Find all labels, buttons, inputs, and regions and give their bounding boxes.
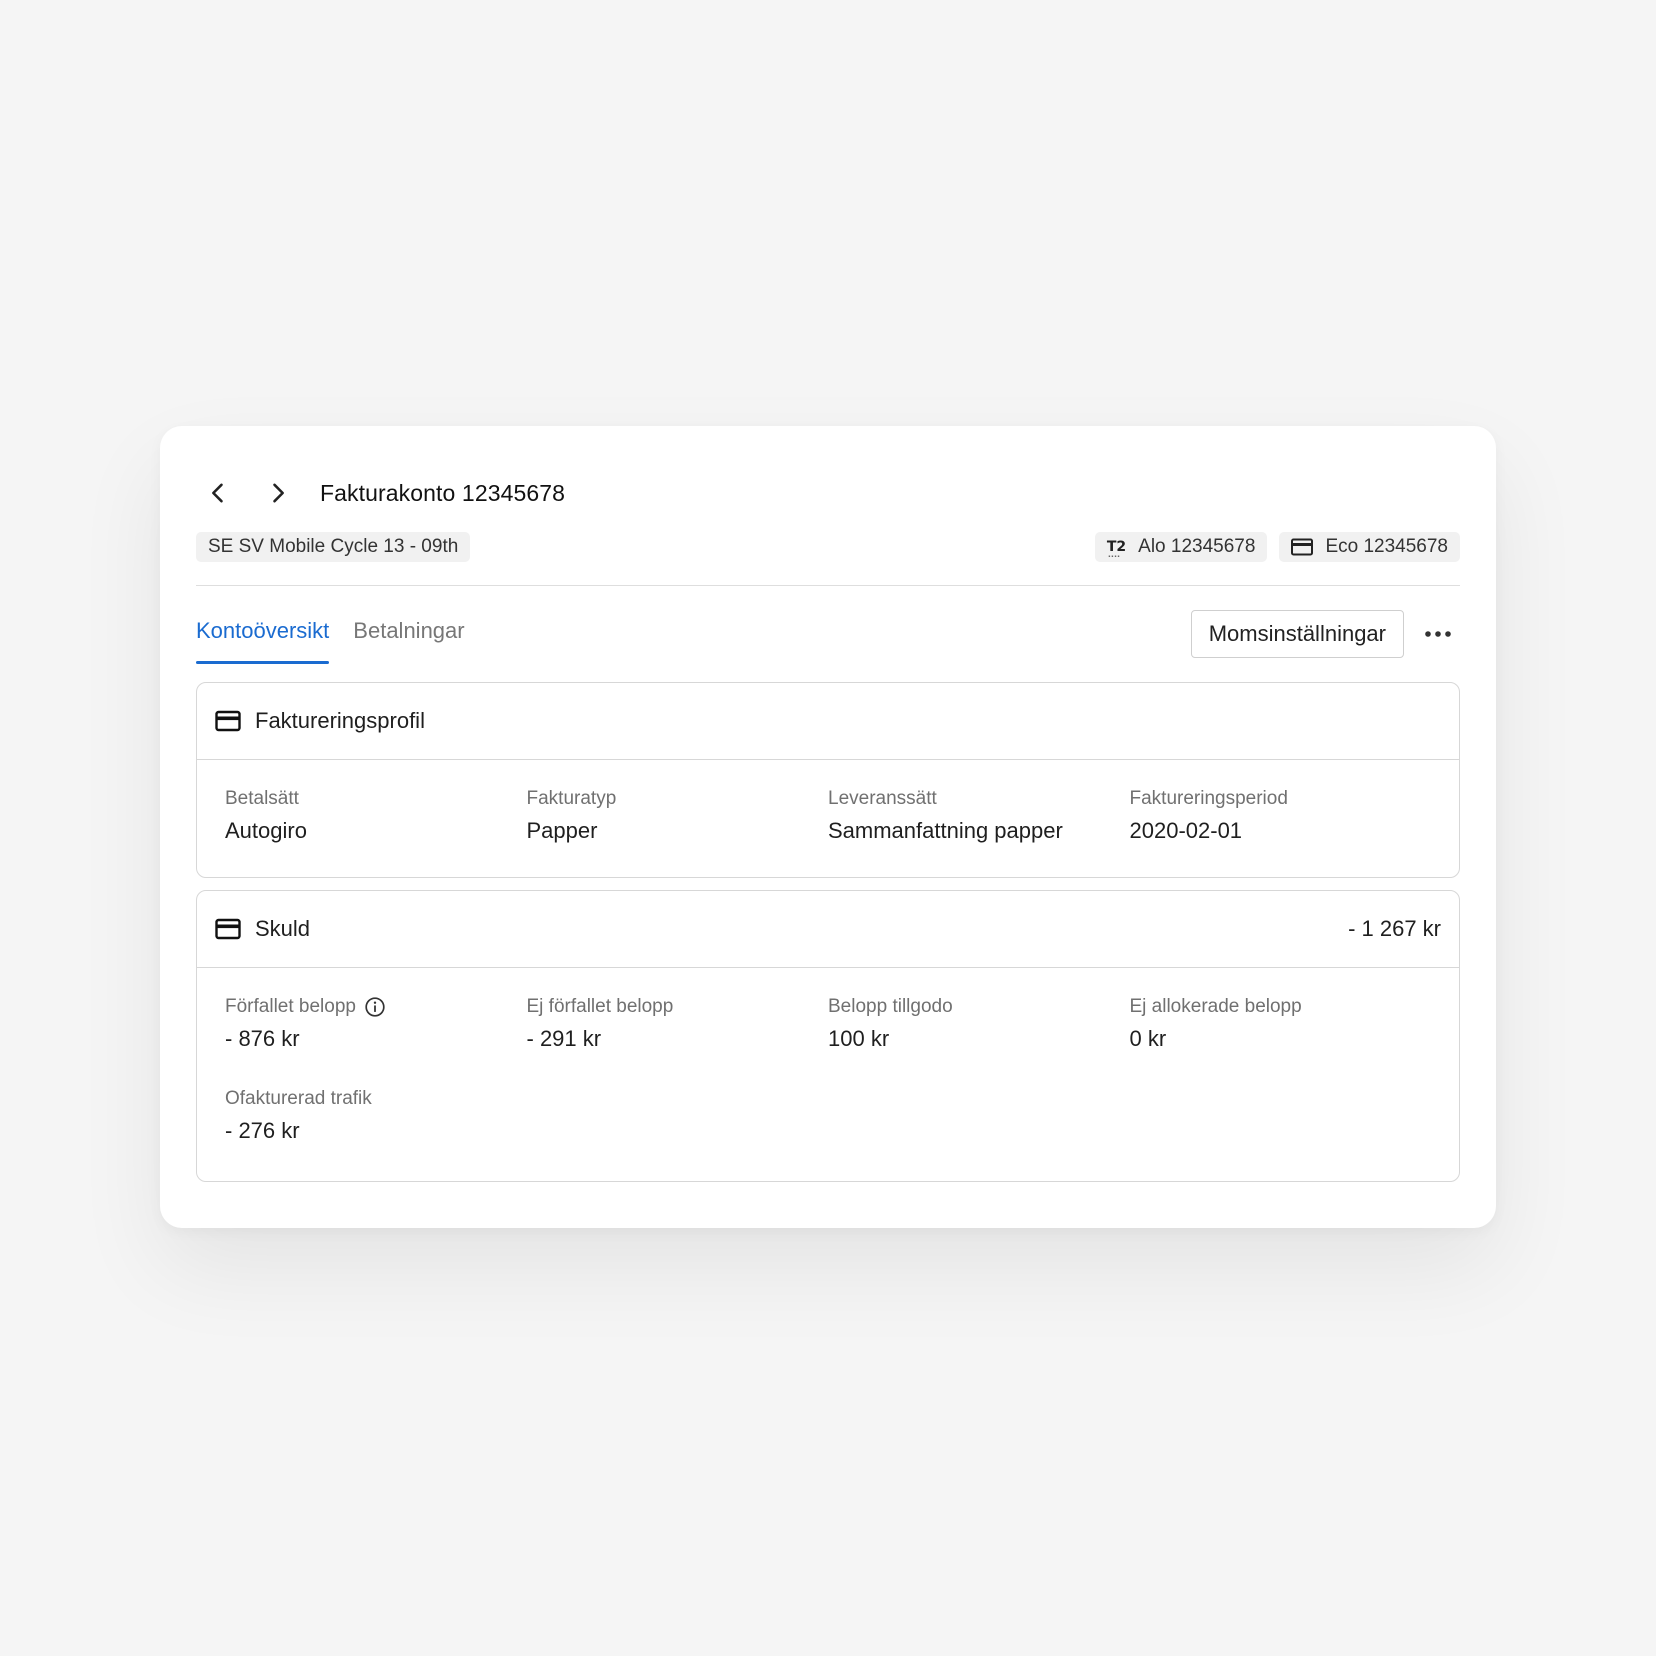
back-button[interactable] (196, 471, 240, 515)
credit-amount-field: Belopp tillgodo 100 kr (828, 996, 1130, 1052)
tab-actions: Momsinställningar (1190, 610, 1460, 658)
tab-payments[interactable]: Betalningar (353, 610, 464, 664)
alo-chip-label: Alo 12345678 (1138, 536, 1256, 557)
field-label: Ofakturerad trafik (225, 1088, 372, 1109)
payment-method-field: Betalsätt Autogiro (225, 788, 527, 844)
forward-button[interactable] (256, 471, 300, 515)
invoice-type-field: Fakturatyp Papper (527, 788, 829, 844)
cycle-chip: SE SV Mobile Cycle 13 - 09th (196, 532, 471, 562)
field-label: Leveranssätt (828, 788, 937, 809)
cycle-chip-label: SE SV Mobile Cycle 13 - 09th (208, 536, 459, 557)
billing-profile-section: Faktureringsprofil Betalsätt Autogiro Fa… (196, 682, 1460, 878)
field-label: Ej förfallet belopp (526, 996, 674, 1017)
chevron-left-icon (212, 483, 223, 503)
billing-period-field: Faktureringsperiod 2020-02-01 (1130, 788, 1432, 844)
field-value: Papper (526, 818, 598, 843)
billing-profile-title: Faktureringsprofil (255, 708, 425, 733)
debt-title: Skuld (255, 916, 311, 941)
field-value: 100 kr (828, 1026, 890, 1051)
tab-account-overview[interactable]: Kontoöversikt (196, 610, 330, 664)
alo-chip: T2 Alo 12345678 (1094, 532, 1268, 562)
unbilled-traffic-field: Ofakturerad trafik - 276 kr (225, 1088, 527, 1144)
vat-settings-button[interactable]: Momsinställningar (1190, 610, 1404, 658)
more-horizontal-icon (1425, 631, 1451, 637)
billing-profile-fields: Betalsätt Autogiro Fakturatyp Papper Lev… (197, 760, 1459, 844)
overdue-amount-field: Förfallet belopp - 876 kr (225, 996, 527, 1052)
account-chips: SE SV Mobile Cycle 13 - 09th T2 Alo 1234… (196, 532, 1460, 562)
eco-chip: Eco 12345678 (1279, 532, 1460, 562)
debt-section: Skuld - 1 267 kr Förfallet belopp - 876 … (196, 890, 1460, 1182)
field-value: Autogiro (225, 818, 307, 843)
info-icon[interactable] (364, 996, 386, 1018)
page-title: Fakturakonto 12345678 (320, 479, 566, 506)
field-value: 2020-02-01 (1129, 818, 1243, 843)
debt-total: - 1 267 kr (1348, 916, 1441, 941)
credit-card-icon (215, 916, 241, 942)
eco-chip-label: Eco 12345678 (1325, 536, 1448, 557)
debt-fields: Förfallet belopp - 876 kr Ej förfallet b… (197, 968, 1459, 1144)
field-value: - 291 kr (526, 1026, 602, 1051)
t2-icon: T2 (1107, 540, 1126, 559)
unallocated-amount-field: Ej allokerade belopp 0 kr (1130, 996, 1432, 1052)
field-value: 0 kr (1129, 1026, 1167, 1051)
field-label: Fakturatyp (526, 788, 617, 809)
delivery-method-field: Leveranssätt Sammanfattning papper (828, 788, 1130, 844)
field-label: Belopp tillgodo (828, 996, 953, 1017)
credit-card-icon (1291, 538, 1314, 556)
field-value: - 276 kr (225, 1118, 300, 1143)
more-options-button[interactable] (1416, 612, 1460, 656)
account-id-chips: T2 Alo 12345678 Eco 12345678 (1094, 532, 1460, 562)
chevron-right-icon (273, 483, 284, 503)
not-overdue-amount-field: Ej förfallet belopp - 291 kr (527, 996, 829, 1052)
credit-card-icon (215, 708, 241, 734)
header-divider (196, 585, 1460, 586)
field-label: Ej allokerade belopp (1129, 996, 1302, 1017)
field-label: Förfallet belopp (225, 996, 527, 1018)
card-header: Fakturakonto 12345678 (196, 466, 1460, 520)
billing-account-card: Fakturakonto 12345678 SE SV Mobile Cycle… (160, 426, 1496, 1228)
field-value: Sammanfattning papper (828, 818, 1063, 843)
overdue-amount-label: Förfallet belopp (225, 996, 356, 1017)
tab-bar: Kontoöversikt Betalningar Momsinställnin… (196, 610, 1460, 664)
field-label: Faktureringsperiod (1129, 788, 1288, 809)
field-value: - 876 kr (225, 1026, 300, 1051)
debt-header: Skuld - 1 267 kr (197, 891, 1459, 968)
field-label: Betalsätt (225, 788, 299, 809)
billing-profile-header: Faktureringsprofil (197, 683, 1459, 760)
